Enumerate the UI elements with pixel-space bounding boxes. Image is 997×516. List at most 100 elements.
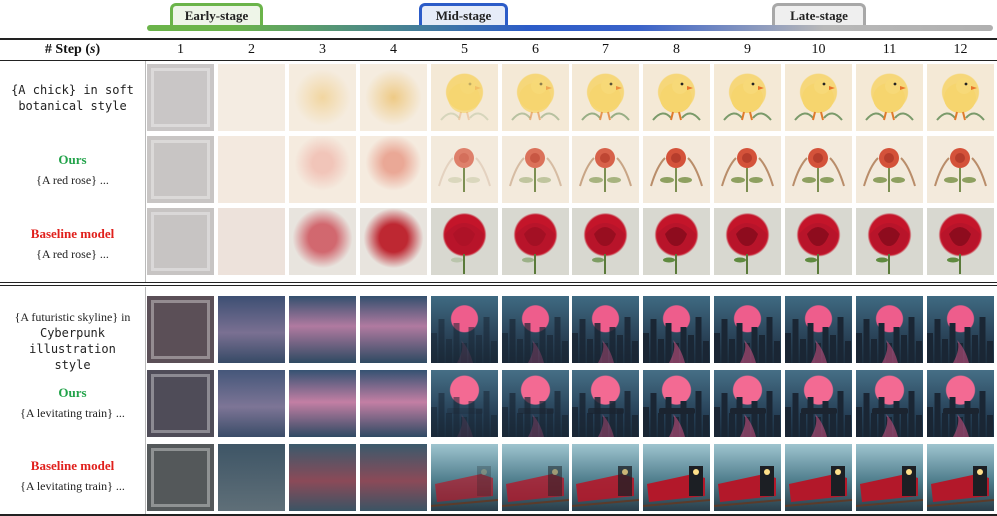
- train-ours-row-step-image: [572, 370, 639, 437]
- skyline-prompt-row-step-image: [431, 296, 498, 363]
- step-header: 3: [319, 42, 326, 57]
- train-baseline-row-step-image: [218, 444, 285, 511]
- train-ours-row-step-image: [856, 370, 923, 437]
- image-fill: [289, 136, 356, 203]
- header-rule: [0, 60, 997, 61]
- step-header: 11: [882, 42, 897, 57]
- method-name: Ours: [58, 385, 87, 400]
- chick-prompt-row-step-image: [289, 64, 356, 131]
- noise-frame: [151, 300, 210, 359]
- image-fill: [289, 208, 356, 275]
- noise-frame: [151, 374, 210, 433]
- image-fill: [289, 296, 356, 363]
- chick-prompt-row-step-image: [147, 64, 214, 131]
- rose-baseline-row-step-image: [572, 208, 639, 275]
- step-header: 2: [248, 42, 255, 57]
- chick-prompt-row-step-image: [431, 64, 498, 131]
- chick-prompt-row-step-image: [856, 64, 923, 131]
- skyline-prompt-row-step-image: [289, 296, 356, 363]
- prompt-line: style: [54, 358, 91, 372]
- train-ours-row-step-image: [218, 370, 285, 437]
- skyline-prompt-row-step-image: [218, 296, 285, 363]
- train-baseline-row-step-image: [360, 444, 427, 511]
- image-fill: [360, 296, 427, 363]
- image-fill: [289, 64, 356, 131]
- rose-ours-row-step-image: [927, 136, 994, 203]
- rose-baseline-row-step-image: [927, 208, 994, 275]
- method-prompt: {A red rose} ...: [36, 173, 109, 187]
- prompt-line: botanical style: [18, 99, 127, 113]
- train-baseline-row-step-image: [643, 444, 710, 511]
- chick-prompt-row-step-image: [502, 64, 569, 131]
- train-baseline-row-step-image: [714, 444, 781, 511]
- train-baseline-row-step-image: [147, 444, 214, 511]
- skyline-prompt-row-step-image: [502, 296, 569, 363]
- late-stage-label: Late-stage: [772, 3, 866, 25]
- train-ours-row-step-image: [289, 370, 356, 437]
- image-fill: [218, 370, 285, 437]
- noise-frame: [151, 68, 210, 127]
- rose-ours-row-step-image: [856, 136, 923, 203]
- method-name: Baseline model: [30, 226, 115, 241]
- column-separator-top: [145, 61, 146, 282]
- rose-ours-row-step-image: [572, 136, 639, 203]
- rose-baseline-row-step-image: [147, 208, 214, 275]
- noise-frame: [151, 448, 210, 507]
- method-prompt: {A levitating train} ...: [20, 479, 125, 493]
- step-header: 10: [811, 42, 826, 57]
- rose-ours-row-step-image: [218, 136, 285, 203]
- chick-prompt-row-step-image: [360, 64, 427, 131]
- image-fill: [360, 136, 427, 203]
- rose-ours-row-step-image: [360, 136, 427, 203]
- rose-ours-row-step-image: [643, 136, 710, 203]
- prompt-label-skyline: {A futuristic skyline} in Cyberpunk illu…: [0, 309, 145, 373]
- step-header: 1: [177, 42, 184, 57]
- method-prompt: {A levitating train} ...: [20, 406, 125, 420]
- train-baseline-row-step-image: [572, 444, 639, 511]
- skyline-prompt-row-step-image: [572, 296, 639, 363]
- train-ours-row-step-image: [643, 370, 710, 437]
- rose-baseline-row-step-image: [502, 208, 569, 275]
- train-ours-row-step-image: [502, 370, 569, 437]
- method-label-baseline-rose: Baseline model {A red rose} ...: [0, 226, 145, 262]
- image-fill: [360, 444, 427, 511]
- method-label-baseline-train: Baseline model {A levitating train} ...: [0, 458, 145, 494]
- image-fill: [360, 64, 427, 131]
- method-label-ours-train: Ours {A levitating train} ...: [0, 385, 145, 421]
- image-fill: [218, 444, 285, 511]
- column-separator-bottom: [145, 287, 146, 514]
- step-header: 9: [744, 42, 751, 57]
- train-baseline-row-step-image: [927, 444, 994, 511]
- prompt-line: {A futuristic skyline} in: [14, 310, 131, 324]
- image-fill: [218, 136, 285, 203]
- rose-ours-row-step-image: [431, 136, 498, 203]
- prompt-line: {A chick} in soft: [11, 83, 134, 97]
- step-label-prefix: # Step (: [44, 42, 90, 57]
- rose-ours-row-step-image: [785, 136, 852, 203]
- rose-baseline-row-step-image: [643, 208, 710, 275]
- chick-prompt-row-step-image: [218, 64, 285, 131]
- skyline-prompt-row-step-image: [785, 296, 852, 363]
- chick-prompt-row-step-image: [785, 64, 852, 131]
- rose-ours-row-step-image: [289, 136, 356, 203]
- rose-ours-row-step-image: [147, 136, 214, 203]
- rose-baseline-row-step-image: [289, 208, 356, 275]
- skyline-prompt-row-step-image: [643, 296, 710, 363]
- chick-prompt-row-step-image: [927, 64, 994, 131]
- image-fill: [218, 64, 285, 131]
- train-baseline-row-step-image: [785, 444, 852, 511]
- train-ours-row-step-image: [927, 370, 994, 437]
- noise-frame: [151, 212, 210, 271]
- rose-ours-row-step-image: [502, 136, 569, 203]
- rose-baseline-row-step-image: [360, 208, 427, 275]
- method-name: Ours: [58, 152, 87, 167]
- mid-stage-label: Mid-stage: [419, 3, 508, 25]
- skyline-prompt-row-step-image: [147, 296, 214, 363]
- group-separator-rule-a: [0, 282, 997, 283]
- step-header: 8: [673, 42, 680, 57]
- train-baseline-row-step-image: [431, 444, 498, 511]
- train-baseline-row-step-image: [856, 444, 923, 511]
- image-fill: [360, 370, 427, 437]
- skyline-prompt-row-step-image: [360, 296, 427, 363]
- image-fill: [360, 208, 427, 275]
